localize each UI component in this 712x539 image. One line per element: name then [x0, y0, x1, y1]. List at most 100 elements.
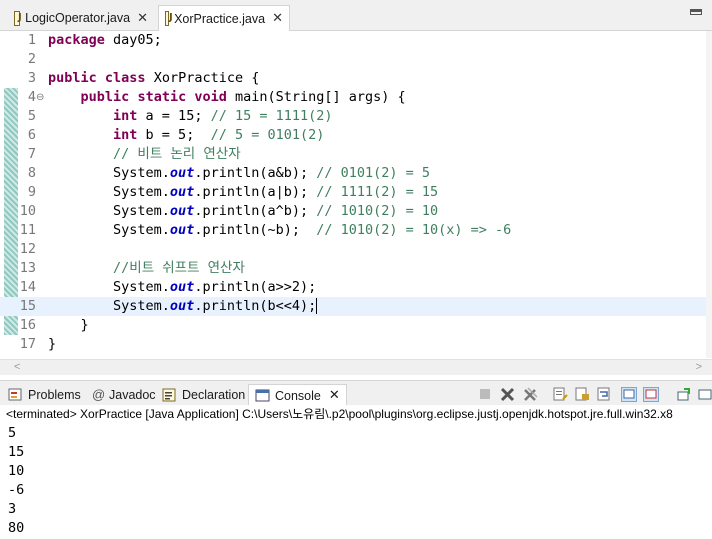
vertical-scrollbar[interactable] [706, 31, 712, 358]
code-token: .println(a^b); [194, 203, 317, 219]
code-line[interactable]: 9 System.out.println(a|b); // 1111(2) = … [0, 183, 706, 202]
pin-console-icon[interactable] [676, 387, 692, 402]
line-number: 10 [19, 203, 36, 219]
code-line[interactable]: 10 System.out.println(a^b); // 1010(2) =… [0, 202, 706, 221]
code-token: System. [48, 222, 170, 238]
code-text: System.out.println(~b); // 1010(2) = 10(… [48, 221, 511, 240]
code-line[interactable]: 16 } [0, 316, 706, 335]
show-console-on-output-icon[interactable] [621, 387, 637, 402]
code-text: int b = 5; // 5 = 0101(2) [48, 126, 324, 145]
clear-console-icon[interactable] [553, 387, 569, 402]
remove-launch-icon[interactable] [500, 387, 516, 402]
scroll-lock-icon[interactable] [575, 387, 591, 402]
line-number: 6 [27, 127, 36, 143]
code-text: } [48, 316, 89, 335]
close-icon[interactable]: ✕ [329, 388, 340, 403]
code-line[interactable]: 14 System.out.println(a>>2); [0, 278, 706, 297]
code-text: //비트 쉬프트 연산자 [48, 259, 245, 278]
code-token: a = 15; [137, 108, 211, 124]
code-line[interactable]: 13 //비트 쉬프트 연산자 [0, 259, 706, 278]
static-field-token: out [169, 222, 195, 238]
console-icon [255, 389, 270, 401]
static-field-token: out [169, 165, 195, 181]
line-number: 8 [27, 165, 36, 181]
static-field-token: out [169, 203, 195, 219]
line-number: 14 [19, 279, 36, 295]
comment-token: // 비트 논리 연산자 [113, 146, 241, 162]
code-line[interactable]: 2 [0, 50, 706, 69]
code-line[interactable]: 17} [0, 335, 706, 354]
keyword-token: public [48, 70, 97, 86]
comment-token: // 5 = 0101(2) [210, 127, 325, 143]
code-text: System.out.println(a^b); // 1010(2) = 10 [48, 202, 438, 221]
code-token: day05; [104, 32, 162, 48]
line-number: 12 [19, 241, 36, 257]
code-text: System.out.println(a&b); // 0101(2) = 5 [48, 164, 430, 183]
tab-logicoperator[interactable]: LogicOperator.java ✕ [8, 5, 154, 31]
code-token: main(String[] args) { [226, 89, 406, 105]
tab-declaration[interactable]: Declaration [162, 385, 245, 405]
close-icon[interactable]: ✕ [272, 11, 283, 26]
code-token: .println(~b); [194, 222, 317, 238]
word-wrap-icon[interactable] [597, 387, 613, 402]
tab-problems[interactable]: Problems [8, 385, 81, 405]
code-line[interactable]: 8 System.out.println(a&b); // 0101(2) = … [0, 164, 706, 183]
line-number: 4 [27, 89, 36, 105]
code-line[interactable]: 1 package day05; [0, 31, 706, 50]
terminate-icon[interactable] [478, 387, 494, 402]
horizontal-scrollbar[interactable]: < > [0, 359, 712, 375]
display-console-icon[interactable] [698, 387, 712, 402]
tab-console[interactable]: Console ✕ [248, 384, 347, 406]
code-text: package day05; [48, 31, 162, 50]
javadoc-icon: @ [92, 387, 106, 402]
code-text: System.out.println(b<<4); [48, 297, 318, 316]
code-line[interactable]: 11 System.out.println(~b); // 1010(2) = … [0, 221, 706, 240]
fold-toggle-icon[interactable]: ⊖ [36, 88, 44, 107]
scroll-right-icon[interactable]: > [696, 361, 702, 373]
comment-token: // 1010(2) = 10 [316, 203, 439, 219]
keyword-token: int [113, 108, 138, 124]
code-editor[interactable]: 1 package day05; 2 3 public class XorPractic… [0, 31, 712, 358]
line-number: 15 [19, 298, 36, 314]
console-output-line: 15 [8, 444, 25, 460]
code-token: .println(a|b); [194, 184, 317, 200]
code-text: System.out.println(a|b); // 1111(2) = 15 [48, 183, 438, 202]
panel-tab-bar: Problems @ Javadoc Declaration Console ✕ [0, 380, 712, 406]
code-line[interactable]: 12 [0, 240, 706, 259]
code-line[interactable]: 15 System.out.println(b<<4); [0, 297, 706, 316]
code-line[interactable]: 5 int a = 15; // 15 = 1111(2) [0, 107, 706, 126]
comment-token: // 1010(2) = 10(x) => -6 [316, 222, 512, 238]
line-number: 2 [27, 51, 36, 67]
code-line[interactable]: 3 public class XorPractice { [0, 69, 706, 88]
code-line[interactable]: 4 ⊖ public static void main(String[] args… [0, 88, 706, 107]
editor-tab-bar: LogicOperator.java ✕ XorPractice.java ✕ [0, 0, 712, 31]
tab-xorpractice[interactable]: XorPractice.java ✕ [158, 5, 290, 31]
comment-token: // 1111(2) = 15 [316, 184, 439, 200]
close-icon[interactable]: ✕ [137, 11, 148, 26]
code-token: .println(b<<4); [194, 298, 317, 314]
code-token: .println(a&b); [194, 165, 317, 181]
code-line[interactable]: 6 int b = 5; // 5 = 0101(2) [0, 126, 706, 145]
console-output-line: -6 [8, 482, 25, 498]
scroll-left-icon[interactable]: < [14, 361, 20, 373]
keyword-token: int [113, 127, 138, 143]
comment-token: // 0101(2) = 5 [316, 165, 431, 181]
comment-token: // 15 = 1111(2) [210, 108, 333, 124]
line-number: 9 [27, 184, 36, 200]
java-file-icon [14, 10, 22, 26]
line-number: 7 [27, 146, 36, 162]
keyword-token: static [137, 89, 187, 105]
remove-all-terminated-icon[interactable] [522, 387, 538, 402]
code-line[interactable]: 7 // 비트 논리 연산자 [0, 145, 706, 164]
minimize-icon[interactable] [690, 9, 702, 15]
tab-label: LogicOperator.java [25, 11, 131, 25]
code-text: // 비트 논리 연산자 [48, 145, 241, 164]
code-text: int a = 15; // 15 = 1111(2) [48, 107, 333, 126]
show-console-on-error-icon[interactable] [643, 387, 659, 402]
tab-javadoc[interactable]: @ Javadoc [92, 385, 156, 405]
code-token: System. [48, 203, 170, 219]
keyword-token: public [80, 89, 130, 105]
